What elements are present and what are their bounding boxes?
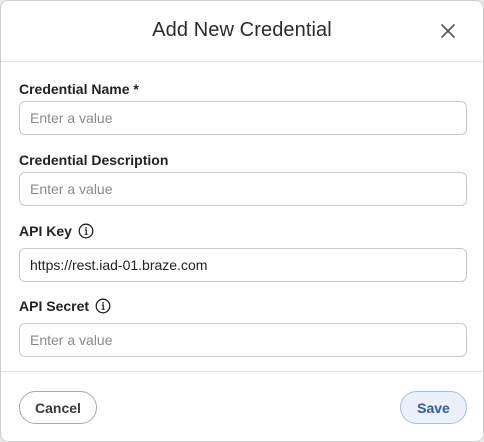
save-button[interactable]: Save: [400, 391, 467, 424]
dialog-body: Credential Name * Credential Description…: [1, 63, 483, 371]
api-key-input[interactable]: [19, 248, 467, 282]
credential-description-label: Credential Description: [19, 152, 168, 168]
cancel-button[interactable]: Cancel: [19, 391, 97, 424]
api-secret-label-text: API Secret: [19, 298, 90, 314]
close-icon: [441, 24, 455, 38]
dialog-footer: Cancel Save: [1, 371, 483, 441]
credential-description-input[interactable]: [19, 172, 467, 206]
api-key-label-text: API Key: [19, 223, 72, 239]
credential-name-input[interactable]: [19, 101, 467, 135]
api-key-info-icon[interactable]: [78, 223, 94, 239]
api-key-label: API Key: [19, 223, 94, 239]
dialog-header: Add New Credential: [1, 1, 483, 62]
credential-name-label: Credential Name *: [19, 81, 139, 97]
credential-description-label-text: Credential Description: [19, 152, 169, 168]
dialog-title: Add New Credential: [152, 19, 332, 41]
credential-name-label-text: Credential Name *: [19, 81, 139, 97]
api-secret-input[interactable]: [19, 323, 467, 357]
add-credential-dialog: Add New Credential Credential Name * Cre…: [0, 0, 484, 442]
api-secret-label: API Secret: [19, 298, 111, 314]
close-button[interactable]: [437, 20, 459, 42]
api-secret-info-icon[interactable]: [95, 298, 111, 314]
